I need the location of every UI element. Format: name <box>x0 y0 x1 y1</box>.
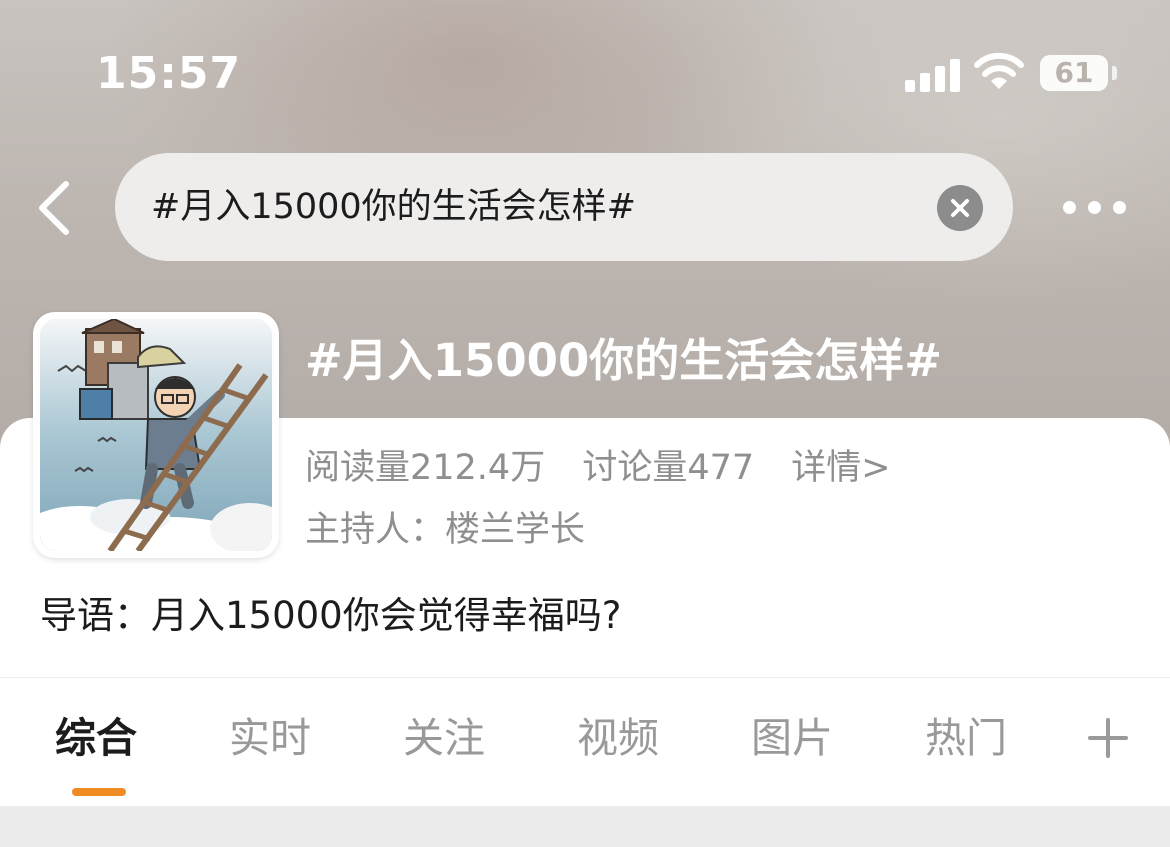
section-separator <box>0 806 1170 847</box>
cellular-signal-icon <box>905 58 961 92</box>
read-count: 阅读量212.4万 <box>305 448 546 488</box>
clear-icon <box>951 199 969 217</box>
search-query[interactable]: #月入15000你的生活会怎样# <box>151 153 636 261</box>
topic-host: 主持人：楼兰学长 <box>305 510 586 550</box>
clear-search-button[interactable] <box>937 185 983 231</box>
active-tab-indicator <box>72 788 126 796</box>
chevron-left-icon[interactable] <box>30 174 84 242</box>
more-dots-icon[interactable] <box>1055 188 1135 228</box>
tab-video[interactable]: 视频 <box>577 710 659 766</box>
cartoon-ladder-climber-image <box>40 319 272 551</box>
discussion-count: 讨论量477 <box>582 448 755 488</box>
battery-level: 61 <box>1054 56 1094 89</box>
topic-stats: 阅读量212.4万 讨论量477 详情> <box>305 444 917 492</box>
tab-images[interactable]: 图片 <box>751 710 833 766</box>
topic-cover-image[interactable] <box>33 312 279 558</box>
details-link[interactable]: 详情> <box>791 448 890 488</box>
tab-following[interactable]: 关注 <box>403 710 485 766</box>
search-input[interactable]: #月入15000你的生活会怎样# <box>115 153 1013 261</box>
tab-bar: 综合 实时 关注 视频 图片 热门 <box>0 690 1170 800</box>
battery-icon: 61 <box>1040 55 1108 91</box>
tab-comprehensive[interactable]: 综合 <box>55 710 137 766</box>
wifi-icon <box>974 52 1024 89</box>
status-time: 15:57 <box>96 48 242 99</box>
divider <box>0 677 1170 678</box>
tab-realtime[interactable]: 实时 <box>229 710 311 766</box>
plus-icon[interactable] <box>1086 716 1130 760</box>
tab-hot[interactable]: 热门 <box>925 710 1007 766</box>
topic-title: #月入15000你的生活会怎样# <box>305 334 942 387</box>
topic-intro: 导语：月入15000你会觉得幸福吗? <box>40 594 622 637</box>
status-bar: 15:57 61 <box>0 0 1170 140</box>
battery-cap <box>1112 66 1117 80</box>
